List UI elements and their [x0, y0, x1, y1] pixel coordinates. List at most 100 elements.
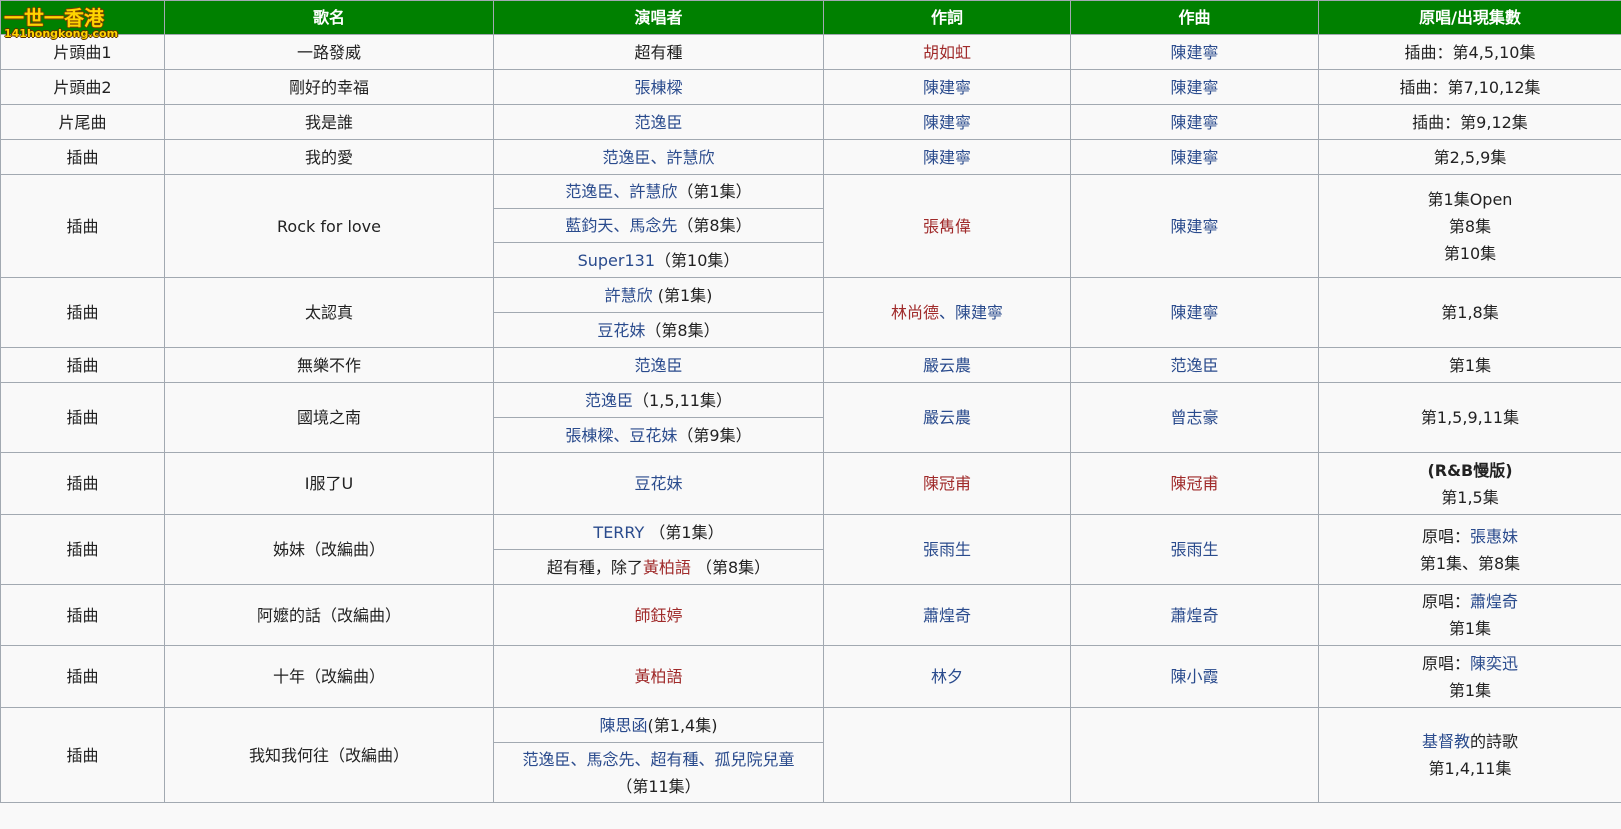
- singer-link[interactable]: 馬念先: [586, 750, 634, 769]
- singer-link[interactable]: 黃柏語: [634, 667, 682, 686]
- singer-link[interactable]: 藍鈞天: [565, 216, 613, 235]
- lyricist-link[interactable]: 嚴云農: [923, 408, 971, 427]
- lyricist-link[interactable]: 蕭煌奇: [923, 606, 971, 625]
- singer-link[interactable]: 范逸臣: [585, 391, 633, 410]
- singer-link[interactable]: 馬念先: [629, 216, 677, 235]
- lyricist-link[interactable]: 陳建寧: [923, 113, 971, 132]
- composer-link[interactable]: 曾志豪: [1170, 408, 1218, 427]
- singer-link[interactable]: 豆花妹: [629, 426, 677, 445]
- singer-link[interactable]: 范逸臣: [565, 182, 613, 201]
- singer-link[interactable]: 豆花妹: [597, 321, 645, 340]
- composer-link[interactable]: 陳建寧: [1170, 113, 1218, 132]
- note-line: 第1集、第8集: [1419, 553, 1521, 573]
- lyricist-link[interactable]: 嚴云農: [923, 356, 971, 375]
- singer-link[interactable]: 范逸臣: [522, 750, 570, 769]
- composer-link[interactable]: 陳小霞: [1170, 667, 1218, 686]
- cell-singer: 許慧欣 (第1集): [493, 277, 824, 313]
- singer-link[interactable]: 孤兒院兒童: [715, 750, 795, 769]
- episode-text: （第1集）: [644, 522, 724, 542]
- cell-note: 第1集: [1318, 347, 1621, 383]
- cell-singer: 范逸臣、馬念先、超有種、孤兒院兒童 （第11集）: [493, 742, 824, 803]
- cell-lyricist: 林尚德、陳建寧: [823, 277, 1071, 348]
- lyricist-link[interactable]: 胡如虹: [923, 43, 971, 62]
- singer-link[interactable]: 范逸臣: [634, 356, 682, 375]
- composer-link[interactable]: 陳冠甫: [1170, 474, 1218, 493]
- episode-text: （第8集）: [690, 557, 771, 577]
- cell-title: 一路發威: [164, 34, 494, 70]
- cell-lyricist: 嚴云農: [823, 382, 1071, 453]
- cell-lyricist: 嚴云農: [823, 347, 1071, 383]
- lyricist-link[interactable]: 陳建寧: [923, 148, 971, 167]
- lyricist-link[interactable]: 張雋偉: [923, 217, 971, 236]
- singer-link[interactable]: 黃柏語: [643, 558, 691, 577]
- cell-note: 插曲：第9,12集: [1318, 104, 1621, 140]
- cell-note: 原唱：蕭煌奇 第1集: [1318, 584, 1621, 646]
- cell-singer: 超有種: [493, 34, 824, 70]
- singer-link[interactable]: 許慧欣: [629, 182, 677, 201]
- original-singer-link[interactable]: 陳奕迅: [1470, 654, 1518, 673]
- table-row: 片尾曲 我是誰 范逸臣 陳建寧 陳建寧 插曲：第9,12集: [0, 104, 1621, 140]
- cell-note: (R&B慢版) 第1,5集: [1318, 452, 1621, 515]
- cell-lyricist: 陳建寧: [823, 104, 1071, 140]
- singer-link[interactable]: 超有種: [651, 750, 699, 769]
- composer-link[interactable]: 蕭煌奇: [1170, 606, 1218, 625]
- lyricist-link[interactable]: 陳建寧: [955, 303, 1003, 322]
- composer-link[interactable]: 陳建寧: [1170, 217, 1218, 236]
- singer-link[interactable]: 師鈺婷: [634, 606, 682, 625]
- cell-lyricist: 林夕: [823, 645, 1071, 708]
- songs-table: 歌名 演唱者 作詞 作曲 原唱/出現集數 片頭曲1 一路發威 超有種 胡如虹 陳…: [0, 0, 1621, 803]
- table-row: 插曲 國境之南 范逸臣（1,5,11集） 嚴云農 曾志豪 第1,5,9,11集: [0, 382, 1621, 453]
- composer-link[interactable]: 陳建寧: [1170, 43, 1218, 62]
- singer-link[interactable]: 許慧欣: [605, 286, 653, 305]
- lyricist-link[interactable]: 陳建寧: [923, 78, 971, 97]
- composer-link[interactable]: 范逸臣: [1170, 356, 1218, 375]
- note-line: 第1集: [1448, 680, 1492, 700]
- lyricist-link[interactable]: 張雨生: [923, 540, 971, 559]
- singer-link[interactable]: 張棟樑: [565, 426, 613, 445]
- cell-title: 國境之南: [164, 382, 494, 453]
- cell-title: 無樂不作: [164, 347, 494, 383]
- lyricist-link[interactable]: 陳冠甫: [923, 474, 971, 493]
- cell-composer: 范逸臣: [1070, 347, 1319, 383]
- singer-prefix: 超有種，除了: [546, 557, 643, 577]
- table-row: 片頭曲1 一路發威 超有種 胡如虹 陳建寧 插曲：第4,5,10集: [0, 34, 1621, 70]
- table-row: 插曲 無樂不作 范逸臣 嚴云農 范逸臣 第1集: [0, 347, 1621, 383]
- table-row: 插曲 姊妹（改編曲） TERRY （第1集） 張雨生 張雨生 原唱：張惠妹 第1集…: [0, 514, 1621, 585]
- table-row: 插曲 太認真 許慧欣 (第1集) 林尚德、陳建寧 陳建寧 第1,8集: [0, 277, 1621, 348]
- singer-link[interactable]: 范逸臣: [602, 148, 650, 167]
- composer-link[interactable]: 陳建寧: [1170, 303, 1218, 322]
- cell-lyricist: 蕭煌奇: [823, 584, 1071, 646]
- cell-singer: 超有種，除了黃柏語 （第8集）: [493, 549, 824, 585]
- singer-link[interactable]: 許慧欣: [667, 148, 715, 167]
- cell-composer: 張雨生: [1070, 514, 1319, 585]
- cell-type: 插曲: [0, 174, 165, 278]
- cell-singer: 范逸臣、許慧欣（第1集）: [493, 174, 824, 209]
- cell-title: Rock for love: [164, 174, 494, 278]
- cell-title: 我的愛: [164, 139, 494, 175]
- original-singer-link[interactable]: 張惠妹: [1470, 527, 1518, 546]
- cell-singer: 師鈺婷: [493, 584, 824, 646]
- cell-singer: Super131（第10集）: [493, 242, 824, 278]
- lyricist-link[interactable]: 林夕: [931, 667, 963, 686]
- cell-note: 第1集Open 第8集 第10集: [1318, 174, 1621, 278]
- cell-lyricist: 張雨生: [823, 514, 1071, 585]
- cell-composer: 陳建寧: [1070, 104, 1319, 140]
- separator: 、: [650, 147, 667, 167]
- religion-link[interactable]: 基督教: [1422, 732, 1470, 751]
- composer-link[interactable]: 張雨生: [1170, 540, 1218, 559]
- singer-link[interactable]: 范逸臣: [634, 113, 682, 132]
- episode-text: （第8集）: [645, 320, 720, 340]
- lyricist-link[interactable]: 林尚德: [891, 303, 939, 322]
- singer-link[interactable]: 豆花妹: [634, 474, 682, 493]
- composer-link[interactable]: 陳建寧: [1170, 78, 1218, 97]
- original-singer-link[interactable]: 蕭煌奇: [1470, 592, 1518, 611]
- composer-link[interactable]: 陳建寧: [1170, 148, 1218, 167]
- singer-link[interactable]: 陳思函: [600, 716, 648, 735]
- singer-link[interactable]: Super131: [578, 251, 655, 270]
- cell-singer: 陳思函(第1,4集): [493, 707, 824, 743]
- singer-link[interactable]: 張棟樑: [634, 78, 682, 97]
- cell-lyricist: 張雋偉: [823, 174, 1071, 278]
- cell-note: 插曲：第4,5,10集: [1318, 34, 1621, 70]
- separator: 、: [570, 749, 587, 769]
- singer-link[interactable]: TERRY: [593, 523, 644, 542]
